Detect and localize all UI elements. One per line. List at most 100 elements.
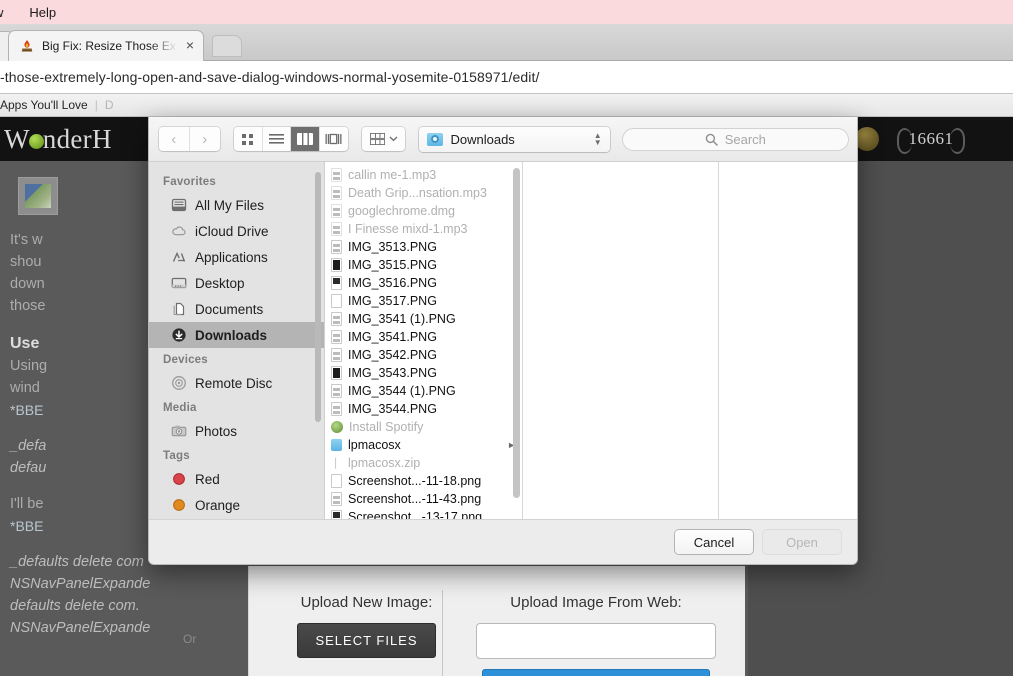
file-row[interactable]: IMG_3541 (1).PNG [325,310,522,328]
sidebar-item-label: Desktop [195,275,245,291]
file-row[interactable]: IMG_3544 (1).PNG [325,382,522,400]
bookmark-apps-youll-love[interactable]: Apps You'll Love [0,98,88,112]
address-bar-url: -those-extremely-long-open-and-save-dial… [0,69,540,85]
file-name: IMG_3517.PNG [348,294,437,308]
close-icon[interactable]: × [183,38,197,53]
select-files-button[interactable]: SELECT FILES [297,623,436,658]
cancel-button[interactable]: Cancel [675,530,753,554]
file-list: callin me-1.mp3 Death Grip...nsation.mp3… [325,162,522,526]
documents-icon [171,301,187,317]
sidebar-item-documents[interactable]: Documents [149,296,324,322]
file-row[interactable]: IMG_3515.PNG [325,256,522,274]
sidebar-item-label: Photos [195,423,238,439]
sidebar-item-tag-orange[interactable]: Orange [149,492,324,518]
arrange-by-button[interactable] [362,127,406,151]
file-row[interactable]: Death Grip...nsation.mp3 [325,184,522,202]
upload-or-label: Or [183,632,197,646]
updown-chevron-icon: ▲ ▼ [593,131,602,147]
arrange-group-icon[interactable] [362,127,406,151]
audio-file-icon [331,222,342,236]
campfire-icon [19,38,35,54]
menu-item-help[interactable]: Help [29,5,56,20]
image-thumbnail-icon [331,348,342,362]
installer-icon [331,421,343,433]
upload-submit-button[interactable] [482,669,710,676]
file-name: IMG_3543.PNG [348,366,437,380]
site-logo[interactable]: WnderH [0,124,112,155]
file-row[interactable]: ❘ lpmacosx.zip [325,454,522,472]
file-name: IMG_3544.PNG [348,402,437,416]
search-field[interactable]: Search [621,127,849,151]
disk-image-icon [331,204,342,218]
list-view-button[interactable] [262,127,292,151]
dialog-footer: Cancel Open [149,519,857,564]
file-list-scrollbar[interactable] [513,168,520,498]
sidebar-header-devices: Devices [163,354,208,366]
file-name: IMG_3541.PNG [348,330,437,344]
upload-divider [442,590,443,676]
file-row[interactable]: Install Spotify [325,418,522,436]
badge-count: 16661 [895,125,967,154]
image-thumbnail-icon [331,474,342,488]
sidebar-item-applications[interactable]: Applications [149,244,324,270]
file-row[interactable]: Screenshot...-11-43.png [325,490,522,508]
file-row[interactable]: googlechrome.dmg [325,202,522,220]
file-row[interactable]: callin me-1.mp3 [325,166,522,184]
photos-icon [171,423,187,439]
image-thumbnail-icon [331,312,342,326]
sidebar-item-all-my-files[interactable]: All My Files [149,192,324,218]
sidebar-item-downloads[interactable]: Downloads [149,322,324,348]
applications-icon [171,249,187,265]
view-mode-segmented-control [234,127,349,151]
back-button[interactable]: ‹ [159,127,190,151]
site-logo-mid: nderH [42,123,112,154]
sidebar-item-icloud-drive[interactable]: iCloud Drive [149,218,324,244]
search-icon [705,133,718,146]
file-row[interactable]: I Finesse mixd-1.mp3 [325,220,522,238]
address-bar[interactable]: -those-extremely-long-open-and-save-dial… [0,61,1013,94]
file-name: IMG_3541 (1).PNG [348,312,456,326]
search-placeholder: Search [724,131,766,147]
logo-dot-icon [28,133,44,149]
file-row[interactable]: IMG_3516.PNG [325,274,522,292]
icon-view-button[interactable] [234,127,263,151]
file-column-primary: callin me-1.mp3 Death Grip...nsation.mp3… [325,162,523,540]
upload-from-web-section: Upload Image From Web: [471,594,721,676]
path-popup-button[interactable]: Downloads ▲ ▼ [419,126,610,152]
sidebar-item-remote-disc[interactable]: Remote Disc [149,370,324,396]
browser-tab-active[interactable]: Big Fix: Resize Those Extr × [8,30,204,61]
path-popup-label: Downloads [450,131,515,147]
forward-button[interactable]: › [189,127,221,151]
audio-file-icon [331,168,342,182]
bookmarks-bar: Apps You'll Love | D [0,94,1013,117]
sidebar-item-desktop[interactable]: Desktop [149,270,324,296]
file-row[interactable]: IMG_3543.PNG [325,364,522,382]
file-name: IMG_3542.PNG [348,348,437,362]
os-menu-bar: w Help [0,0,1013,24]
bookmark-second[interactable]: D [105,98,114,112]
sidebar-scrollbar[interactable] [315,172,321,422]
sidebar-item-tag-red[interactable]: Red [149,466,324,492]
sidebar-header-tags: Tags [163,450,190,462]
file-row[interactable]: IMG_3541.PNG [325,328,522,346]
dialog-body: Favorites All My Files iCloud Drive Appl… [149,162,857,540]
column-view-button[interactable] [291,127,320,151]
image-url-input[interactable] [476,623,716,659]
file-row-folder[interactable]: lpmacosx ► [325,436,522,454]
file-name: I Finesse mixd-1.mp3 [348,222,468,236]
image-thumbnail-icon [331,402,342,416]
menu-item-window[interactable]: w [0,5,3,20]
sidebar-item-photos[interactable]: Photos [149,418,324,444]
file-row[interactable]: IMG_3513.PNG [325,238,522,256]
file-row[interactable]: IMG_3517.PNG [325,292,522,310]
coverflow-view-button[interactable] [319,127,349,151]
sidebar-item-label: Documents [195,301,264,317]
open-button[interactable]: Open [763,530,841,554]
file-row[interactable]: IMG_3544.PNG [325,400,522,418]
file-row[interactable]: Screenshot...-11-18.png [325,472,522,490]
new-tab-button[interactable] [212,35,242,57]
file-name: lpmacosx [348,438,401,452]
file-row[interactable]: IMG_3542.PNG [325,346,522,364]
downloads-folder-icon [427,132,444,146]
icloud-icon [171,223,187,239]
